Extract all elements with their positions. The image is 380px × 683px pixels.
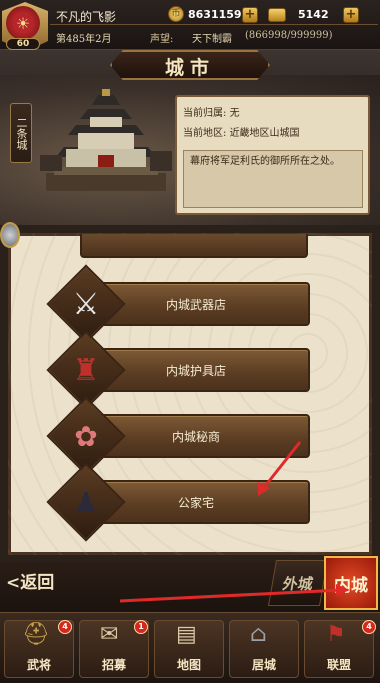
player-avatar-emblem-icon[interactable]: ☀ xyxy=(6,6,40,40)
player-name: 不凡的飞影 xyxy=(56,10,117,24)
owner-row: 当前归属: 无 xyxy=(183,104,240,119)
add-ingot-button[interactable]: + xyxy=(343,7,359,23)
fan-merchant-icon: ✿ xyxy=(74,419,98,453)
tab-outer-city[interactable]: 外城 xyxy=(267,560,329,606)
list-item-partial[interactable] xyxy=(80,234,308,258)
scroll-banner-icon: ✉ xyxy=(100,622,119,647)
prestige-title: 天下制霸 xyxy=(192,34,232,45)
castle-icon: ⌂ xyxy=(250,622,267,647)
map-scroll-icon: ▤ xyxy=(176,622,197,647)
helmet-icon: ⛑ xyxy=(22,622,50,647)
region-value: 近畿地区山城国 xyxy=(229,128,300,139)
tab-inner-city[interactable]: 内城 xyxy=(324,556,378,610)
add-gold-button[interactable]: + xyxy=(242,7,258,23)
city-name-tab: 二条城 xyxy=(10,103,32,163)
nav-alliance-badge: 4 xyxy=(362,620,376,634)
list-item-label: 内城护具店 xyxy=(165,363,226,378)
list-item-label: 内城秘商 xyxy=(171,429,220,444)
region-label: 当前地区: xyxy=(183,128,227,139)
nav-alliance-label: 联盟 xyxy=(326,658,351,672)
alliance-flag-icon: ⚑ xyxy=(326,622,346,647)
list-item-label: 公家宅 xyxy=(177,495,214,510)
owner-value: 无 xyxy=(229,108,240,119)
region-row: 当前地区: 近畿地区山城国 xyxy=(183,124,300,139)
back-button[interactable]: <返回 xyxy=(6,568,54,593)
gold-amount: 8631159 xyxy=(188,8,242,21)
nav-recruit-label: 招募 xyxy=(101,658,126,672)
helmet-armor-icon: ♜ xyxy=(72,352,100,388)
topbar-divider xyxy=(50,24,378,25)
nav-recruit-badge: 1 xyxy=(134,620,148,634)
noble-figure-icon: ♟ xyxy=(73,485,99,519)
scroll-handle-icon[interactable] xyxy=(0,222,20,248)
list-item-label: 内城武器店 xyxy=(165,297,226,312)
gold-ingot-icon xyxy=(268,8,286,22)
castle-illustration-icon xyxy=(40,89,172,191)
nav-castle-label: 居城 xyxy=(251,658,276,672)
ingot-amount: 5142 xyxy=(298,8,329,21)
sword-icon: ⚔ xyxy=(72,286,100,322)
nav-generals-badge: 4 xyxy=(58,620,72,634)
city-description: 幕府将军足利氏的御所所在之处。 xyxy=(183,150,363,208)
nav-generals-label: 武将 xyxy=(26,658,51,672)
page-title: 城市 xyxy=(164,57,215,79)
nav-map-label: 地图 xyxy=(176,658,201,672)
prestige-label: 声望: xyxy=(150,34,174,45)
gold-coin-icon: 币 xyxy=(168,6,184,22)
player-level-badge: 60 xyxy=(6,38,40,50)
owner-label: 当前归属: xyxy=(183,108,227,119)
prestige-value: (866998/999999) xyxy=(245,30,333,41)
game-date: 第485年2月 xyxy=(56,34,112,45)
